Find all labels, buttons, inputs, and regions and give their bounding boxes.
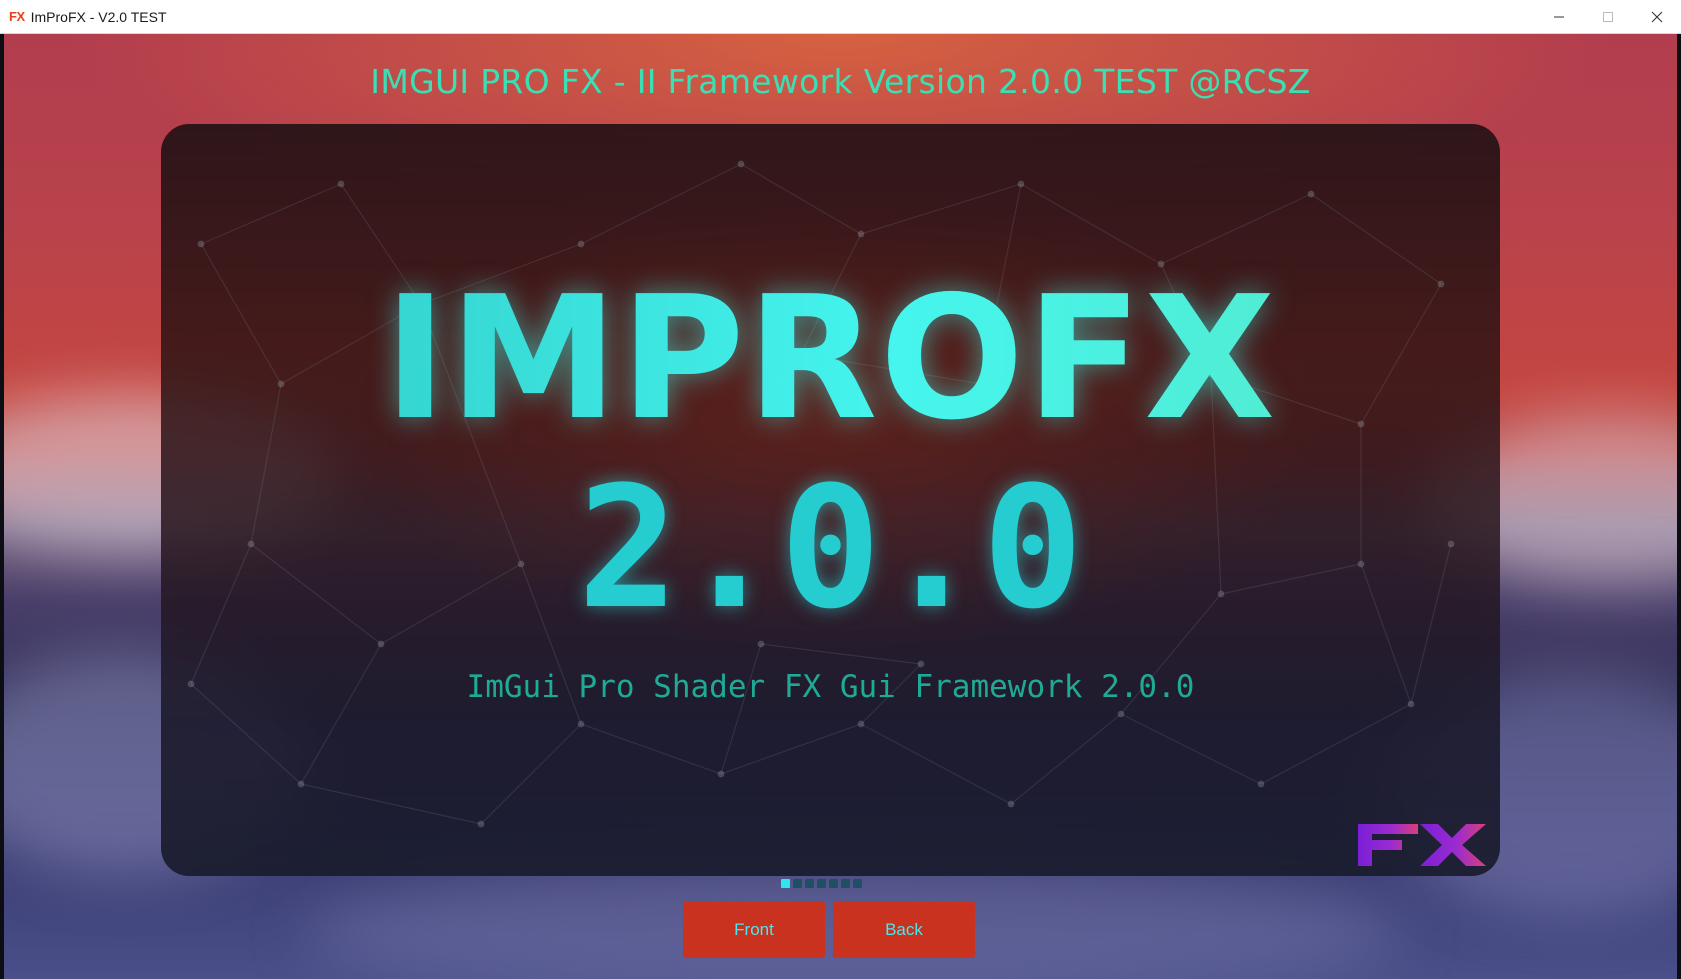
page-indicator xyxy=(781,879,862,888)
front-button[interactable]: Front xyxy=(683,901,825,958)
page-dot[interactable] xyxy=(793,879,802,888)
app-icon: FX xyxy=(9,9,25,24)
maximize-button[interactable] xyxy=(1583,0,1632,34)
minimize-icon xyxy=(1553,16,1564,18)
showcase-card: IMPROFX 2.0.0 ImGui Pro Shader FX Gui Fr… xyxy=(161,124,1500,876)
page-dot[interactable] xyxy=(781,879,790,888)
page-dot[interactable] xyxy=(817,879,826,888)
client-area: IMGUI PRO FX - II Framework Version 2.0.… xyxy=(4,34,1677,979)
back-button[interactable]: Back xyxy=(833,901,975,958)
title-bar[interactable]: FX ImProFX - V2.0 TEST xyxy=(0,0,1681,34)
window-title: ImProFX - V2.0 TEST xyxy=(30,8,167,25)
page-dot[interactable] xyxy=(805,879,814,888)
close-icon xyxy=(1651,11,1662,23)
page-dot[interactable] xyxy=(841,879,850,888)
window-controls xyxy=(1534,0,1681,34)
hero-title: IMPROFX xyxy=(161,274,1500,444)
fx-logo xyxy=(1358,824,1486,866)
hero-subtitle: ImGui Pro Shader FX Gui Framework 2.0.0 xyxy=(466,669,1195,705)
close-button[interactable] xyxy=(1632,0,1681,34)
hero-version: 2.0.0 xyxy=(577,450,1084,646)
page-dot[interactable] xyxy=(853,879,862,888)
minimize-button[interactable] xyxy=(1534,0,1583,34)
page-title: IMGUI PRO FX - II Framework Version 2.0.… xyxy=(370,62,1311,101)
maximize-icon xyxy=(1602,12,1613,22)
app-window: FX ImProFX - V2.0 TEST IMGUI PRO FX - II… xyxy=(0,0,1681,979)
page-dot[interactable] xyxy=(829,879,838,888)
